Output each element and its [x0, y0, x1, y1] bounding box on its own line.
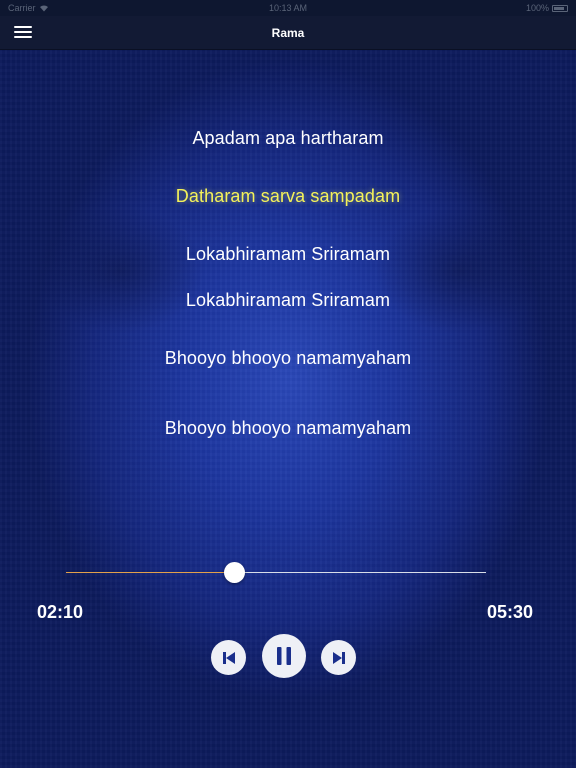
lyric-line-3: Lokabhiramam Sriramam — [185, 244, 391, 264]
status-time: 10:13 AM — [268, 3, 308, 13]
hamburger-menu-icon[interactable] — [14, 25, 32, 39]
battery-icon — [552, 4, 568, 12]
player-screen: Carrier 10:13 AM 100% Rama Apadam apa ha… — [0, 0, 576, 768]
menu-line — [14, 36, 32, 38]
menu-line — [14, 26, 32, 28]
skip-previous-icon — [222, 651, 235, 664]
pause-button[interactable] — [262, 634, 306, 678]
progress-fill — [66, 572, 234, 573]
lyric-line-4: Lokabhiramam Sriramam — [185, 290, 391, 310]
menu-line — [14, 31, 32, 33]
lyric-line-6: Bhooyo bhooyo namamyaham — [164, 418, 412, 438]
progress-slider[interactable] — [66, 562, 486, 583]
status-bar: Carrier 10:13 AM 100% — [0, 0, 576, 16]
lyric-line-1: Apadam apa hartharam — [192, 128, 384, 148]
previous-button[interactable] — [211, 640, 246, 675]
lyric-line-5: Bhooyo bhooyo namamyaham — [164, 348, 412, 368]
nav-bar: Rama — [0, 16, 576, 50]
page-title: Rama — [271, 25, 305, 40]
next-button[interactable] — [321, 640, 356, 675]
lyric-line-active: Datharam sarva sampadam — [175, 186, 401, 206]
skip-next-icon — [332, 651, 345, 664]
total-time: 05:30 — [486, 602, 533, 622]
pause-icon — [277, 647, 291, 665]
elapsed-time: 02:10 — [37, 602, 84, 622]
progress-thumb[interactable] — [224, 562, 245, 583]
